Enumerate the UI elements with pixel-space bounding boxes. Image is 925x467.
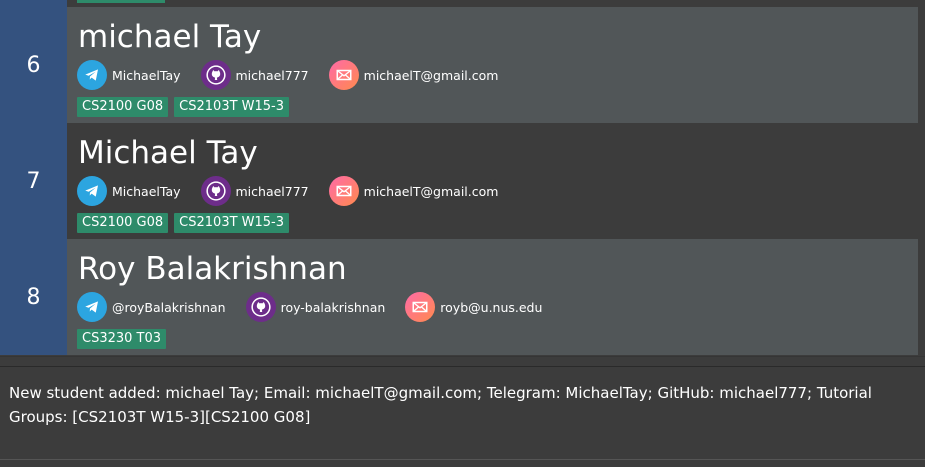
- command-box-border: [0, 459, 925, 460]
- telegram-contact[interactable]: @royBalakrishnan: [77, 292, 226, 322]
- email-address: royb@u.nus.edu: [440, 299, 543, 315]
- tutorial-tags: CS2100 G08 CS2103T W15-3: [77, 97, 295, 117]
- email-address: michaelT@gmail.com: [363, 67, 499, 83]
- email-contact[interactable]: michaelT@gmail.com: [328, 176, 499, 206]
- email-contact[interactable]: royb@u.nus.edu: [405, 292, 542, 322]
- github-contact[interactable]: michael777: [200, 60, 309, 90]
- telegram-handle: MichaelTay: [112, 67, 181, 83]
- student-name: Michael Tay: [78, 135, 258, 171]
- github-username: michael777: [235, 67, 309, 83]
- tutorial-tag: CS2100 G08: [77, 97, 169, 117]
- student-card[interactable]: 8 Roy Balakrishnan @royBalakrishnan roy-…: [0, 239, 918, 355]
- student-card-body: [67, 0, 918, 7]
- telegram-contact[interactable]: MichaelTay: [77, 60, 181, 90]
- student-card[interactable]: 6 michael Tay MichaelTay michael777 mich…: [0, 7, 918, 123]
- tutorial-tag: CS3230 T03: [77, 329, 167, 349]
- contact-row: MichaelTay michael777 michaelT@gmail.com: [77, 59, 518, 91]
- email-icon: [328, 60, 359, 90]
- github-contact[interactable]: michael777: [200, 176, 309, 206]
- student-card[interactable]: 7 Michael Tay MichaelTay michael777 mich…: [0, 123, 918, 239]
- telegram-icon: [77, 176, 107, 206]
- student-list[interactable]: 6 michael Tay MichaelTay michael777 mich…: [0, 0, 925, 356]
- student-card-partial[interactable]: [0, 0, 918, 7]
- panel-divider[interactable]: [0, 356, 925, 366]
- student-card-index: 6: [0, 7, 67, 123]
- student-card-body: Roy Balakrishnan @royBalakrishnan roy-ba…: [67, 239, 918, 355]
- email-icon: [405, 292, 436, 322]
- email-contact[interactable]: michaelT@gmail.com: [328, 60, 499, 90]
- result-message: New student added: michael Tay; Email: m…: [9, 384, 872, 426]
- github-username: roy-balakrishnan: [280, 299, 386, 315]
- github-username: michael777: [235, 183, 309, 199]
- telegram-handle: MichaelTay: [112, 183, 181, 199]
- student-card-index: 8: [0, 239, 67, 355]
- student-card-index: 7: [0, 123, 67, 239]
- list-scrollbar-track[interactable]: [918, 0, 925, 356]
- email-address: michaelT@gmail.com: [363, 183, 499, 199]
- tutorial-tags: CS3230 T03: [77, 329, 172, 349]
- tutorial-tag: CS2103T W15-3: [174, 97, 290, 117]
- telegram-handle: @royBalakrishnan: [112, 299, 226, 315]
- tutorial-tag: [77, 0, 165, 3]
- tutorial-tags: CS2100 G08 CS2103T W15-3: [77, 213, 295, 233]
- student-card-body: michael Tay MichaelTay michael777 michae…: [67, 7, 918, 123]
- student-card-body: Michael Tay MichaelTay michael777 michae…: [67, 123, 918, 239]
- github-icon: [245, 292, 276, 322]
- telegram-icon: [77, 292, 107, 322]
- github-contact[interactable]: roy-balakrishnan: [245, 292, 386, 322]
- result-display: New student added: michael Tay; Email: m…: [0, 366, 925, 460]
- telegram-icon: [77, 60, 107, 90]
- github-icon: [200, 60, 231, 90]
- contact-row: MichaelTay michael777 michaelT@gmail.com: [77, 175, 518, 207]
- tutorial-tag: CS2100 G08: [77, 213, 169, 233]
- telegram-contact[interactable]: MichaelTay: [77, 176, 181, 206]
- student-name: Roy Balakrishnan: [78, 251, 347, 287]
- tutorial-tag: CS2103T W15-3: [174, 213, 290, 233]
- student-card-index: [0, 0, 67, 7]
- contact-row: @royBalakrishnan roy-balakrishnan royb@u…: [77, 291, 562, 323]
- github-icon: [200, 176, 231, 206]
- email-icon: [328, 176, 359, 206]
- student-name: michael Tay: [78, 19, 262, 55]
